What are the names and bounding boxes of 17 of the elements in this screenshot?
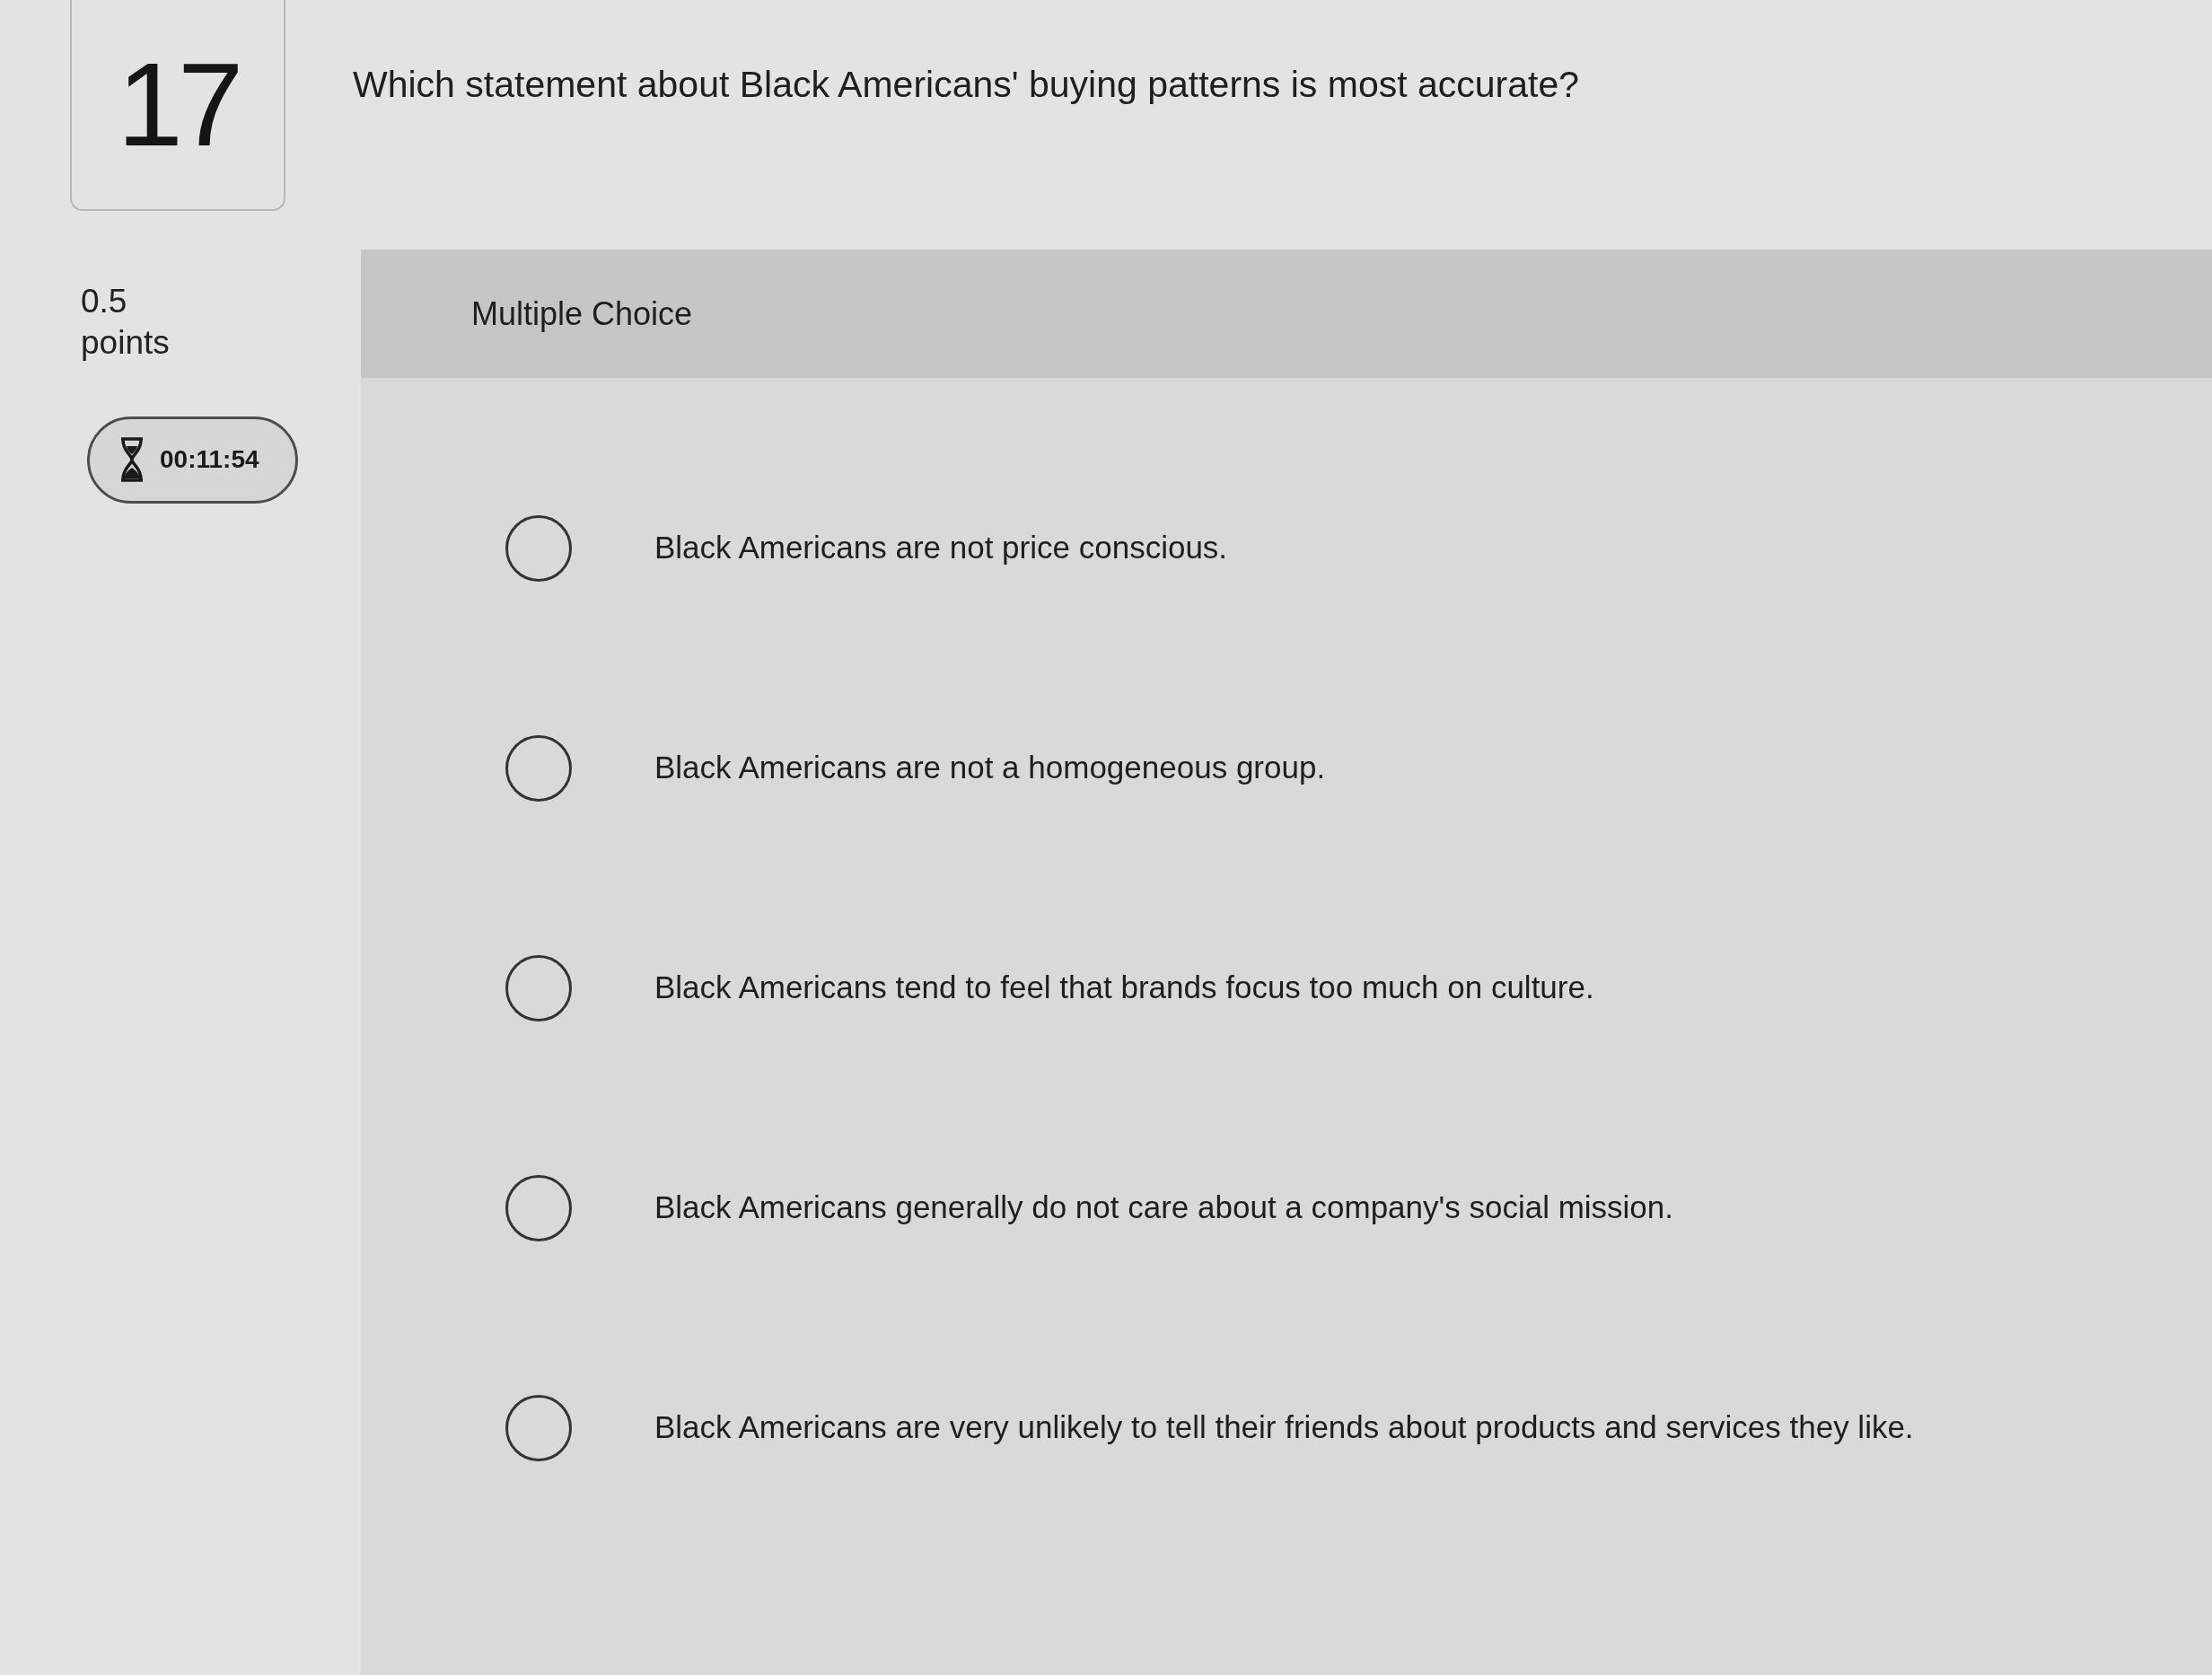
- option-label[interactable]: Black Americans are not a homogeneous group.: [654, 744, 1326, 792]
- points-value: 0.5: [81, 282, 128, 321]
- radio-button[interactable]: [505, 1174, 572, 1241]
- hourglass-icon: [118, 437, 145, 482]
- answer-type-label: Multiple Choice: [471, 294, 693, 334]
- radio-button[interactable]: [505, 954, 572, 1022]
- radio-button[interactable]: [505, 514, 572, 582]
- radio-button[interactable]: [505, 734, 572, 802]
- points-label: points: [81, 323, 171, 364]
- option-label[interactable]: Black Americans are very unlikely to tell their friends about products and services they like.: [654, 1404, 1914, 1451]
- option-label[interactable]: Black Americans are not price conscious.: [654, 524, 1228, 572]
- question-text: Which statement about Black Americans' buying patterns is most accurate?: [353, 63, 1580, 107]
- question-number: 17: [117, 45, 239, 164]
- option-label[interactable]: Black Americans tend to feel that brands focus too much on culture.: [654, 964, 1594, 1012]
- option-label[interactable]: Black Americans generally do not care about a company's social mission.: [654, 1184, 1674, 1232]
- timer-text: 00:11:54: [160, 444, 259, 475]
- radio-button[interactable]: [505, 1394, 572, 1461]
